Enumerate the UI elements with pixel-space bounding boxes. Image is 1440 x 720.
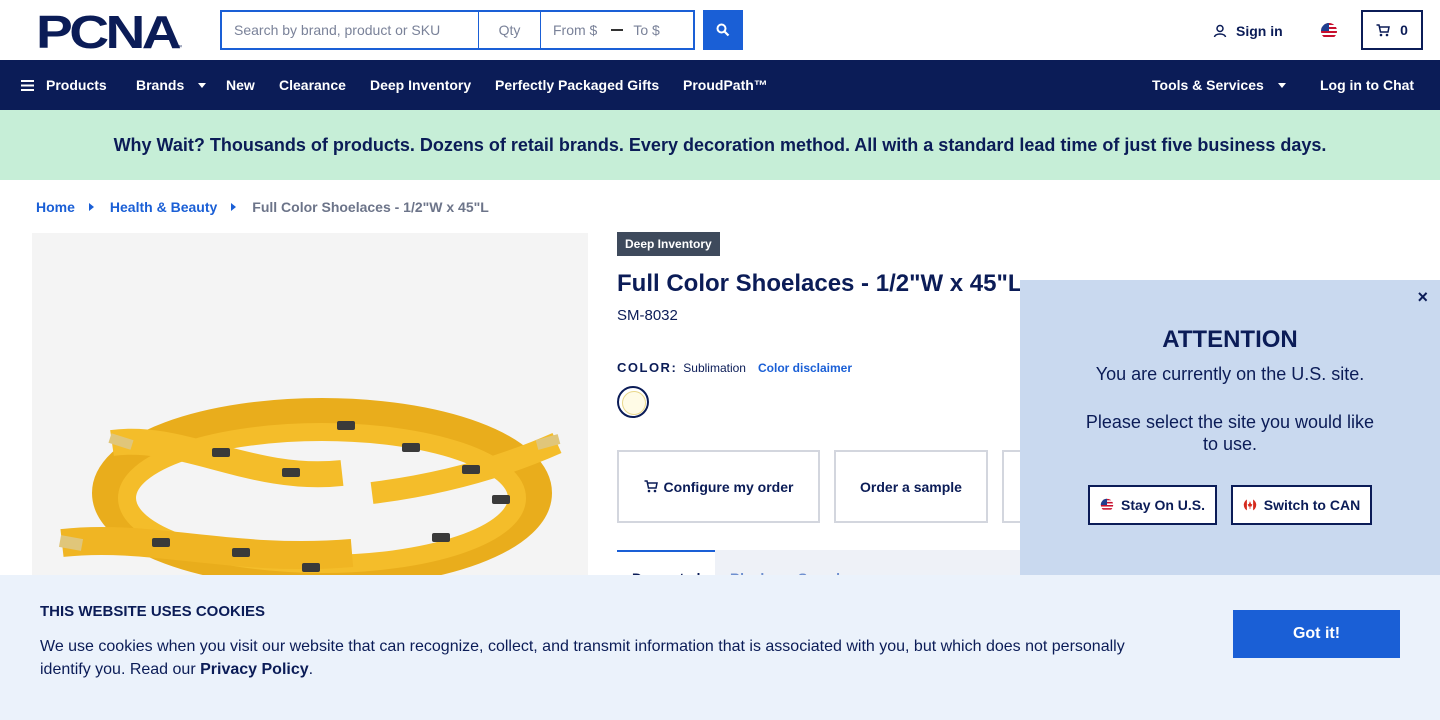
qty-input[interactable]: Qty bbox=[479, 12, 541, 48]
cookie-end: . bbox=[308, 661, 314, 678]
product-sku: SM-8032 bbox=[617, 307, 678, 324]
range-dash bbox=[611, 29, 624, 31]
nav-chat-login[interactable]: Log in to Chat bbox=[1320, 60, 1414, 110]
breadcrumb-current: Full Color Shoelaces - 1/2"W x 45"L bbox=[252, 199, 489, 215]
price-from-input[interactable]: From $ bbox=[553, 22, 597, 38]
svg-text:™: ™ bbox=[176, 44, 182, 50]
us-flag-icon[interactable] bbox=[1320, 22, 1338, 40]
nav-products-label: Products bbox=[46, 77, 107, 93]
cookie-accept-button[interactable]: Got it! bbox=[1233, 610, 1400, 658]
nav-brands-label: Brands bbox=[136, 77, 185, 93]
cookie-accept-label: Got it! bbox=[1292, 625, 1341, 642]
deep-inventory-badge: Deep Inventory bbox=[617, 232, 720, 256]
chevron-right-icon bbox=[88, 203, 94, 211]
badge-label: Deep Inventory bbox=[625, 237, 712, 251]
switch-can-label: Switch to CAN bbox=[1263, 497, 1361, 513]
close-icon[interactable]: × bbox=[1417, 288, 1428, 306]
cart-icon bbox=[1376, 23, 1391, 36]
nav-packaged-gifts[interactable]: Perfectly Packaged Gifts bbox=[495, 60, 659, 110]
cart-button[interactable]: 0 bbox=[1361, 10, 1423, 50]
pcna-logo[interactable]: PCNA ™ bbox=[36, 12, 184, 50]
nav-packaged-gifts-label: Perfectly Packaged Gifts bbox=[495, 77, 660, 93]
user-icon bbox=[1213, 24, 1227, 38]
nav-tools-services[interactable]: Tools & Services bbox=[1152, 60, 1286, 110]
configure-order-button[interactable]: Configure my order bbox=[617, 450, 820, 523]
nav-clearance-label: Clearance bbox=[279, 77, 346, 93]
product-title: Full Color Shoelaces - 1/2"W x 45"L bbox=[617, 270, 1023, 297]
promo-banner[interactable]: Why Wait? Thousands of products. Dozens … bbox=[0, 110, 1440, 180]
nav-deep-inventory-label: Deep Inventory bbox=[370, 77, 472, 93]
site-select-modal: × ATTENTION You are currently on the U.S… bbox=[1020, 280, 1440, 575]
nav-chat-label: Log in to Chat bbox=[1320, 77, 1415, 93]
sign-in-label: Sign in bbox=[1236, 23, 1283, 39]
modal-select-text: Please select the site you would like to… bbox=[1085, 412, 1375, 454]
stay-us-button[interactable]: Stay On U.S. bbox=[1088, 485, 1217, 525]
search-button[interactable] bbox=[703, 10, 743, 50]
menu-icon bbox=[21, 79, 34, 91]
stay-us-label: Stay On U.S. bbox=[1120, 497, 1206, 513]
sign-in-button[interactable]: Sign in bbox=[1213, 20, 1283, 42]
color-selector: COLOR: Sublimation Color disclaimer bbox=[617, 360, 852, 375]
price-to-input[interactable]: To $ bbox=[633, 22, 659, 38]
cart-icon bbox=[644, 480, 658, 493]
price-range: From $ To $ bbox=[541, 12, 693, 48]
nav-tools-label: Tools & Services bbox=[1152, 77, 1264, 93]
cookie-title: THIS WEBSITE USES COOKIES bbox=[40, 603, 266, 620]
nav-new-label: New bbox=[226, 77, 255, 93]
top-header: PCNA ™ Search by brand, product or SKU Q… bbox=[0, 0, 1440, 60]
chevron-down-icon bbox=[198, 82, 207, 88]
search-bar: Search by brand, product or SKU Qty From… bbox=[220, 10, 695, 50]
search-icon bbox=[716, 23, 730, 37]
nav-deep-inventory[interactable]: Deep Inventory bbox=[370, 60, 471, 110]
order-sample-label: Order a sample bbox=[860, 478, 962, 495]
privacy-policy-link[interactable]: Privacy Policy bbox=[200, 661, 309, 678]
chevron-down-icon bbox=[1277, 82, 1286, 88]
main-nav: Products Brands New Clearance Deep Inven… bbox=[0, 60, 1440, 110]
breadcrumb-home[interactable]: Home bbox=[36, 199, 75, 215]
nav-new[interactable]: New bbox=[226, 60, 255, 110]
nav-proudpath[interactable]: ProudPath™ bbox=[683, 60, 768, 110]
nav-brands[interactable]: Brands bbox=[136, 60, 207, 110]
nav-clearance[interactable]: Clearance bbox=[279, 60, 346, 110]
breadcrumb: Home Health & Beauty Full Color Shoelace… bbox=[36, 198, 489, 216]
nav-proudpath-label: ProudPath™ bbox=[683, 77, 768, 93]
chevron-right-icon bbox=[231, 203, 237, 211]
color-label: COLOR: bbox=[617, 360, 678, 375]
qty-placeholder: Qty bbox=[498, 22, 521, 38]
logo-text: PCNA bbox=[36, 12, 180, 50]
color-value: Sublimation bbox=[683, 361, 746, 375]
nav-products[interactable]: Products bbox=[21, 60, 107, 110]
us-flag-icon bbox=[1100, 498, 1114, 512]
cart-count: 0 bbox=[1400, 22, 1408, 38]
canada-flag-icon bbox=[1243, 498, 1256, 512]
search-input[interactable]: Search by brand, product or SKU bbox=[222, 12, 479, 48]
cookie-banner: THIS WEBSITE USES COOKIES We use cookies… bbox=[0, 575, 1440, 720]
search-placeholder: Search by brand, product or SKU bbox=[234, 22, 441, 38]
order-sample-button[interactable]: Order a sample bbox=[834, 450, 988, 523]
color-swatch-sublimation[interactable] bbox=[617, 386, 649, 418]
breadcrumb-category[interactable]: Health & Beauty bbox=[110, 199, 217, 215]
switch-can-button[interactable]: Switch to CAN bbox=[1231, 485, 1372, 525]
modal-current-site-text: You are currently on the U.S. site. bbox=[1095, 364, 1365, 384]
modal-title: ATTENTION bbox=[1162, 326, 1298, 353]
configure-order-label: Configure my order bbox=[663, 478, 794, 495]
cookie-text: We use cookies when you visit our websit… bbox=[40, 635, 1150, 681]
promo-text: Why Wait? Thousands of products. Dozens … bbox=[113, 134, 1327, 155]
color-disclaimer-link[interactable]: Color disclaimer bbox=[758, 361, 852, 375]
